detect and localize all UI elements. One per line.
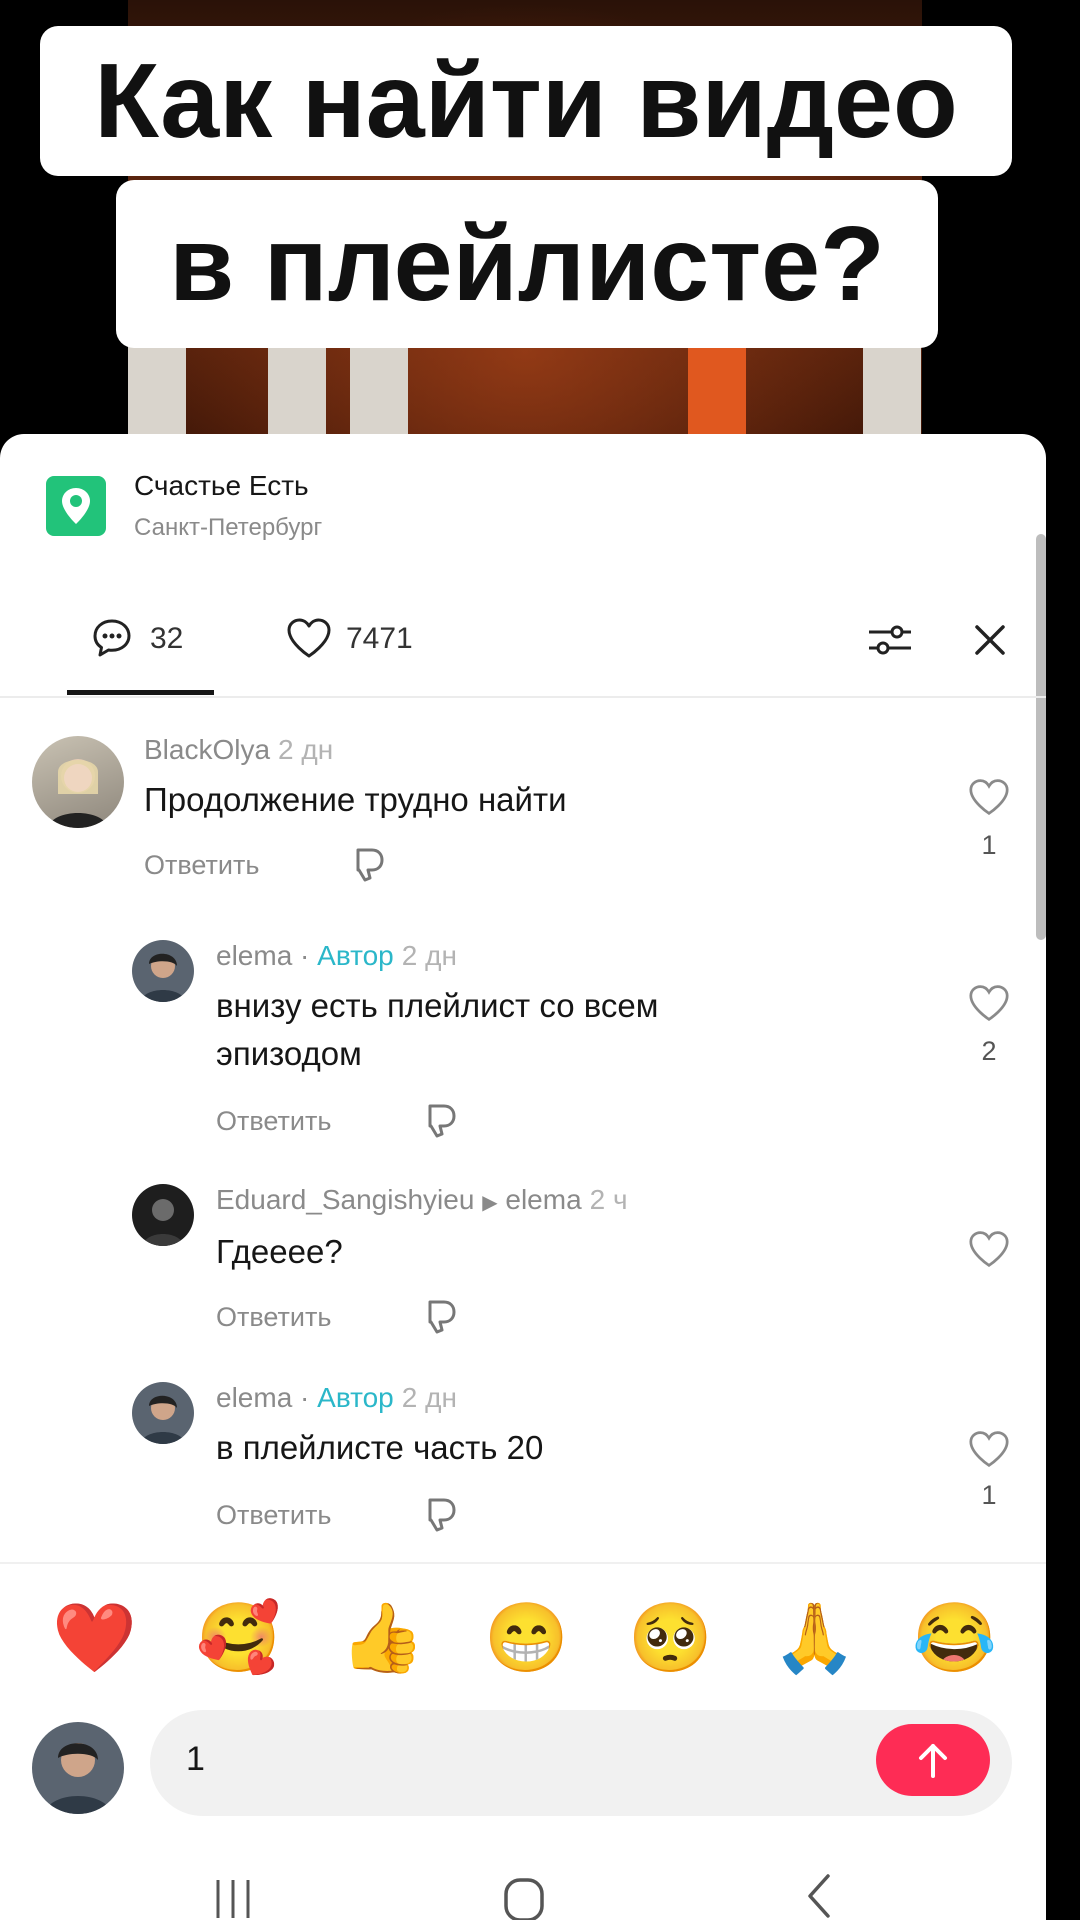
comment-username[interactable]: elema · Автор 2 дн [216, 940, 457, 972]
filter-sliders-icon[interactable] [866, 616, 914, 664]
system-nav-bar [0, 1860, 1046, 1920]
comment-like-icon[interactable] [966, 1428, 1012, 1470]
reply-button[interactable]: Ответить [144, 850, 259, 881]
comment-like-icon[interactable] [966, 776, 1012, 818]
comment-input-value[interactable]: 1 [186, 1740, 205, 1779]
reply-button[interactable]: Ответить [216, 1302, 331, 1333]
comments-tabs: 32 7471 [0, 600, 1046, 698]
emoji-pray[interactable]: 🙏 [772, 1598, 857, 1678]
home-icon[interactable] [500, 1874, 548, 1920]
video-figure [688, 340, 746, 440]
active-tab-indicator [67, 690, 214, 695]
comment-like-count: 2 [981, 1036, 997, 1066]
comment-username[interactable]: Eduard_Sangishyieu ▶ elema 2 ч [216, 1184, 628, 1216]
emoji-tears-of-joy[interactable]: 😂 [912, 1598, 997, 1678]
dislike-icon[interactable] [420, 1098, 464, 1142]
location-pin-icon[interactable] [46, 476, 106, 536]
caption-line-2: в плейлисте? [116, 180, 938, 348]
avatar[interactable] [132, 1382, 194, 1444]
caption-line-1: Как найти видео [40, 26, 1012, 176]
divider [0, 1562, 1046, 1564]
comment-username[interactable]: BlackOlya 2 дн [144, 734, 333, 766]
comment-like-count: 1 [981, 830, 997, 860]
arrow-up-icon [919, 1744, 947, 1778]
comment-like-count: 1 [981, 1480, 997, 1510]
recent-apps-icon[interactable] [210, 1874, 256, 1920]
emoji-pleading[interactable]: 🥺 [628, 1598, 713, 1678]
place-name[interactable]: Счастье Есть [134, 470, 309, 502]
video-figure [350, 340, 408, 440]
avatar[interactable] [132, 1184, 194, 1246]
comment-bubble-icon[interactable] [88, 614, 136, 662]
video-figure [268, 340, 326, 440]
emoji-thumbs-up[interactable]: 👍 [340, 1598, 425, 1678]
my-avatar [32, 1722, 124, 1814]
scrollbar[interactable] [1036, 534, 1046, 940]
emoji-smiling-hearts[interactable]: 🥰 [196, 1598, 281, 1678]
emoji-heart[interactable]: ❤️ [52, 1598, 137, 1678]
comment-like-icon[interactable] [966, 982, 1012, 1024]
tab-likes-count[interactable]: 7471 [346, 622, 413, 656]
comment-text: Гдееее? [216, 1233, 343, 1270]
dislike-icon[interactable] [420, 1492, 464, 1536]
avatar[interactable] [32, 736, 124, 828]
avatar[interactable] [132, 940, 194, 1002]
emoji-grin[interactable]: 😁 [484, 1598, 569, 1678]
comment-text: в плейлисте часть 20 [216, 1429, 544, 1466]
comment-like-icon[interactable] [966, 1228, 1012, 1270]
dislike-icon[interactable] [420, 1294, 464, 1338]
comment-text: Продолжение трудно найти [144, 781, 567, 818]
reply-button[interactable]: Ответить [216, 1106, 331, 1137]
back-icon[interactable] [800, 1870, 840, 1920]
dislike-icon[interactable] [348, 842, 392, 886]
heart-outline-icon[interactable] [284, 614, 334, 662]
close-icon[interactable] [966, 616, 1014, 664]
video-figure [863, 340, 921, 440]
place-city: Санкт-Петербург [134, 514, 323, 541]
comment-text: внизу есть плейлист со всем эпизодом [216, 987, 659, 1072]
reply-button[interactable]: Ответить [216, 1500, 331, 1531]
comment-username[interactable]: elema · Автор 2 дн [216, 1382, 457, 1414]
send-button[interactable] [876, 1724, 990, 1796]
tab-comments-count[interactable]: 32 [150, 622, 183, 656]
video-figure [128, 340, 186, 440]
